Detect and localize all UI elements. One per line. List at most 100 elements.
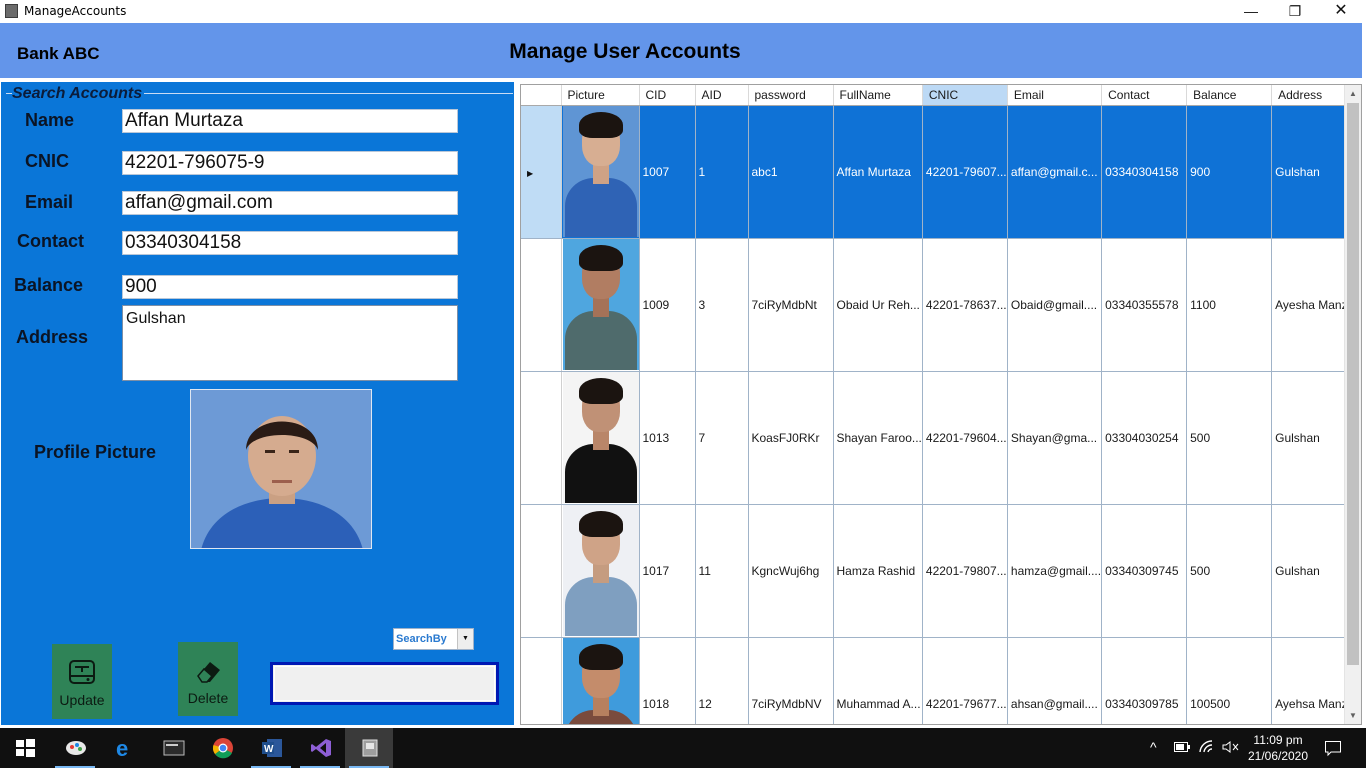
edge-icon[interactable]: e [100,728,148,768]
cnic-cell[interactable]: 42201-78637... [922,238,1008,372]
scroll-up-icon[interactable]: ▲ [1345,85,1361,102]
balance-cell[interactable]: 500 [1186,371,1273,505]
close-icon[interactable]: ✕ [1318,0,1364,23]
email-cell[interactable]: Shayan@gma... [1007,371,1103,505]
update-button[interactable]: Update [52,644,112,719]
column-header[interactable]: Balance [1186,85,1273,106]
notification-icon[interactable] [1324,739,1342,779]
column-header[interactable]: Picture [561,85,640,106]
column-header[interactable]: Contact [1101,85,1188,106]
aid-cell[interactable]: 1 [695,105,749,239]
minimize-icon[interactable]: — [1228,0,1274,23]
chevron-up-icon[interactable]: ^ [1150,739,1157,779]
balance-cell[interactable]: 1100 [1186,238,1273,372]
fullname-cell[interactable]: Shayan Faroo... [833,371,923,505]
fullname-cell[interactable]: Hamza Rashid [833,504,923,638]
cid-cell[interactable]: 1018 [639,637,696,724]
picture-cell[interactable] [561,238,640,372]
wifi-icon[interactable] [1199,740,1217,780]
row-header[interactable]: ▶ [521,105,562,239]
search-by-dropdown[interactable]: SearchBy ▼ [393,628,474,650]
contact-cell[interactable]: 03340355578 [1101,238,1188,372]
row-header[interactable] [521,371,562,505]
row-header[interactable] [521,504,562,638]
chrome-icon[interactable] [198,728,246,768]
paint-icon[interactable] [51,728,99,768]
picture-cell[interactable] [561,105,640,239]
table-row[interactable]: ▶ 1007 1 abc1 Affan Murtaza 42201-79607.… [521,105,1358,239]
table-row[interactable]: 1009 3 7ciRyMdbNt Obaid Ur Reh... 42201-… [521,238,1358,372]
email-field[interactable]: affan@gmail.com [122,191,458,215]
profile-picture[interactable] [190,389,372,549]
picture-cell[interactable] [561,504,640,638]
cnic-field[interactable]: 42201-796075-9 [122,151,458,175]
fullname-cell[interactable]: Muhammad A... [833,637,923,724]
cid-cell[interactable]: 1017 [639,504,696,638]
password-cell[interactable]: KoasFJ0RKr [748,371,834,505]
contact-cell[interactable]: 03340309745 [1101,504,1188,638]
vertical-scrollbar[interactable]: ▲ ▼ [1344,85,1361,724]
cnic-cell[interactable]: 42201-79604... [922,371,1008,505]
aid-cell[interactable]: 12 [695,637,749,724]
column-header[interactable]: Email [1007,85,1103,106]
contact-cell[interactable]: 03340304158 [1101,105,1188,239]
balance-cell[interactable]: 900 [1186,105,1273,239]
cid-cell[interactable]: 1007 [639,105,696,239]
email-cell[interactable]: ahsan@gmail.... [1007,637,1103,724]
accounts-grid[interactable]: Picture CID AID password FullName CNIC E… [520,84,1362,725]
email-cell[interactable]: affan@gmail.c... [1007,105,1103,239]
picture-cell[interactable] [561,637,640,724]
taskbar: e W ^ 11:09 pm 21/06/2020 [0,728,1366,768]
address-field[interactable]: Gulshan [122,305,458,381]
scroll-down-icon[interactable]: ▼ [1345,707,1361,724]
scrollbar-thumb[interactable] [1347,103,1359,665]
column-header[interactable]: CID [639,85,696,106]
balance-field[interactable]: 900 [122,275,458,299]
balance-cell[interactable]: 100500 [1186,637,1273,724]
column-header-selected[interactable]: CNIC [922,85,1008,106]
contact-cell[interactable]: 03304030254 [1101,371,1188,505]
chevron-down-icon[interactable]: ▼ [457,629,473,649]
delete-button[interactable]: Delete [178,642,238,716]
column-header[interactable]: FullName [833,85,923,106]
word-icon[interactable]: W [247,728,295,768]
table-row[interactable]: 1017 11 KgncWuj6hg Hamza Rashid 42201-79… [521,504,1358,638]
email-cell[interactable]: hamza@gmail.... [1007,504,1103,638]
cnic-cell[interactable]: 42201-79807... [922,504,1008,638]
password-cell[interactable]: abc1 [748,105,834,239]
row-header[interactable] [521,637,562,724]
row-header[interactable] [521,238,562,372]
cid-cell[interactable]: 1009 [639,238,696,372]
battery-icon[interactable] [1174,741,1190,781]
start-icon[interactable] [0,728,48,768]
column-header[interactable]: password [748,85,834,106]
aid-cell[interactable]: 3 [695,238,749,372]
aid-cell[interactable]: 11 [695,504,749,638]
cid-cell[interactable]: 1013 [639,371,696,505]
cnic-cell[interactable]: 42201-79677... [922,637,1008,724]
password-cell[interactable]: 7ciRyMdbNV [748,637,834,724]
maximize-icon[interactable]: ❐ [1272,0,1318,23]
balance-cell[interactable]: 500 [1186,504,1273,638]
table-row[interactable]: 1013 7 KoasFJ0RKr Shayan Faroo... 42201-… [521,371,1358,505]
password-cell[interactable]: KgncWuj6hg [748,504,834,638]
profile-picture-label: Profile Picture [34,442,157,462]
table-row[interactable]: 1018 12 7ciRyMdbNV Muhammad A... 42201-7… [521,637,1358,724]
speaker-muted-icon[interactable] [1222,740,1240,780]
contact-field[interactable]: 03340304158 [122,231,458,255]
password-cell[interactable]: 7ciRyMdbNt [748,238,834,372]
visual-studio-icon[interactable] [296,728,344,768]
terminal-icon[interactable] [149,728,197,768]
picture-cell[interactable] [561,371,640,505]
contact-cell[interactable]: 03340309785 [1101,637,1188,724]
manageaccounts-app-icon[interactable] [345,728,393,768]
taskbar-clock[interactable]: 11:09 pm 21/06/2020 [1246,732,1310,764]
cnic-cell[interactable]: 42201-79607... [922,105,1008,239]
email-cell[interactable]: Obaid@gmail.... [1007,238,1103,372]
column-header[interactable]: AID [695,85,749,106]
search-input[interactable] [270,662,499,705]
aid-cell[interactable]: 7 [695,371,749,505]
fullname-cell[interactable]: Affan Murtaza [833,105,923,239]
fullname-cell[interactable]: Obaid Ur Reh... [833,238,923,372]
name-field[interactable]: Affan Murtaza [122,109,458,133]
